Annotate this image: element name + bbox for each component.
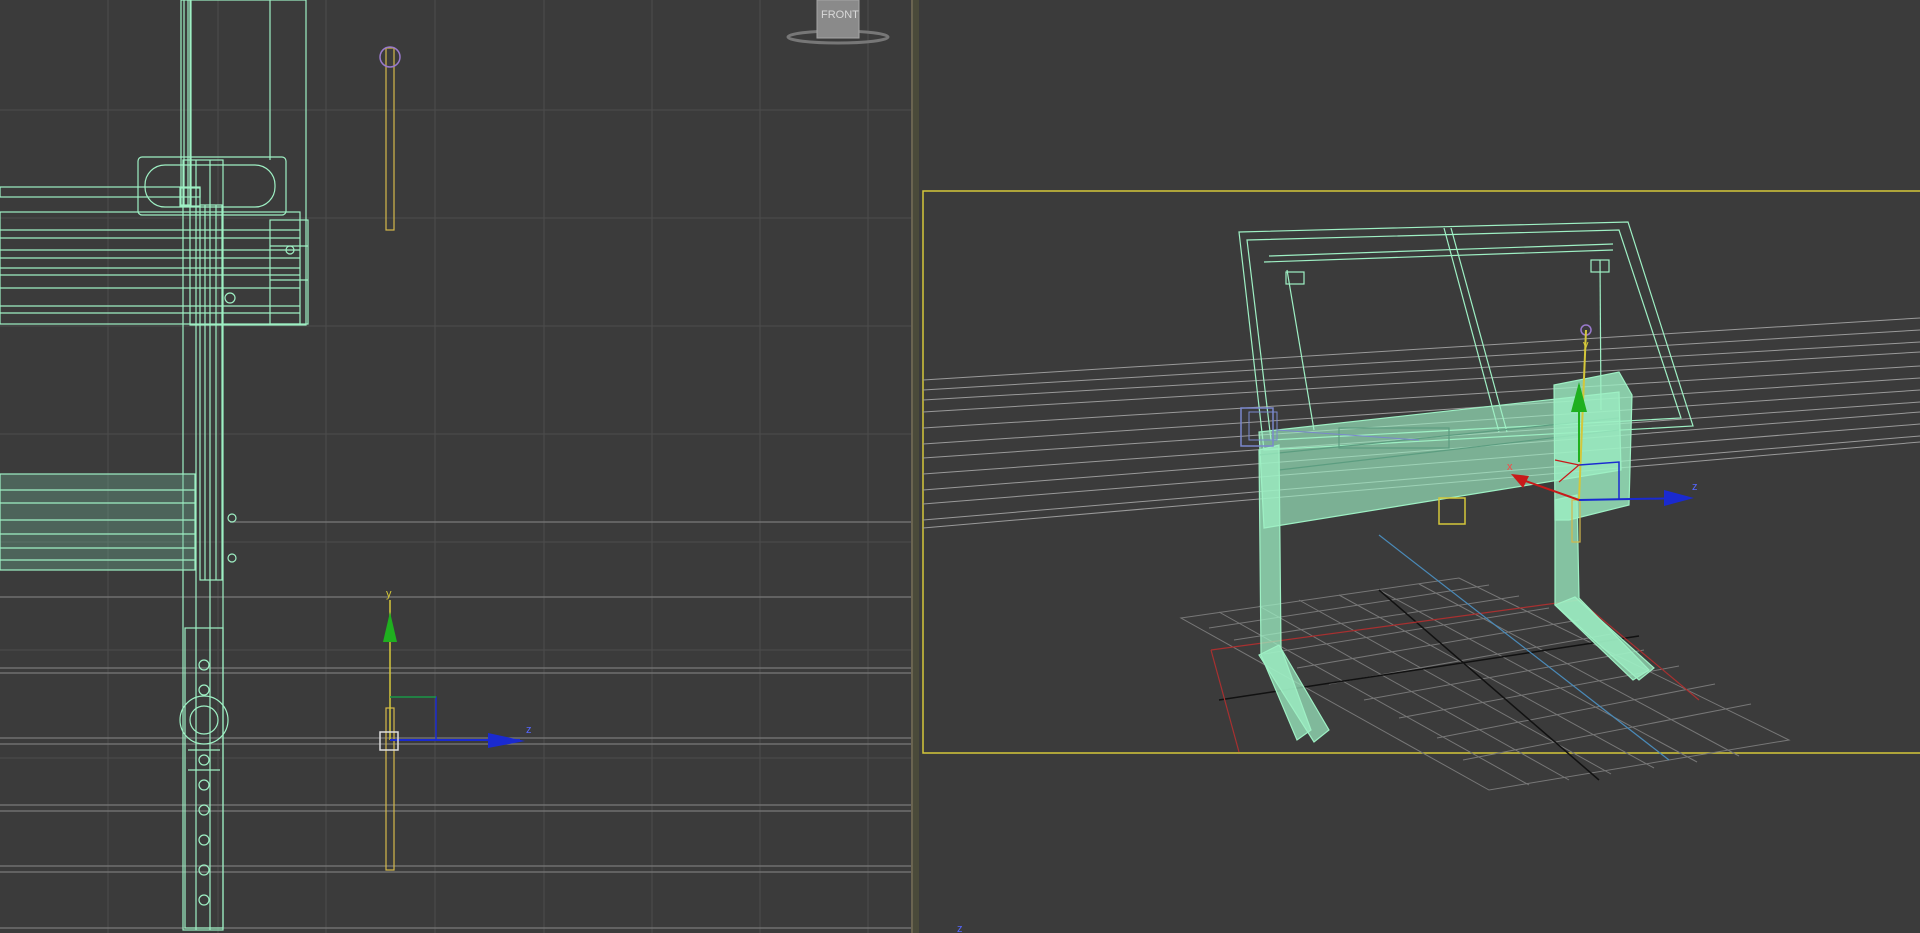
scene-lines [0,521,911,929]
transform-gizmo-icon[interactable]: y z [379,588,532,751]
gizmo-y-label: y [386,588,392,600]
right-viewport-canvas[interactable]: x y z z [919,0,1920,933]
gizmo-x-label: x [1507,461,1513,473]
gizmo-z-label: z [526,724,532,736]
left-viewport[interactable]: y z FRONT [0,0,911,933]
desk-wireframe-3d[interactable] [1238,221,1694,743]
desk-wireframe-side[interactable] [0,0,309,931]
left-viewport-canvas[interactable]: y z FRONT [0,0,911,933]
light-icon[interactable] [379,46,401,871]
viewcube-icon[interactable]: FRONT [786,0,890,45]
right-viewport[interactable]: x y z z [919,0,1920,933]
axis-tripod-z-label: z [957,923,963,933]
viewcube-face-label: FRONT [821,9,859,21]
viewport-grid [0,0,911,933]
gizmo-z-label: z [1692,481,1698,493]
gizmo-y-label: y [1583,339,1589,351]
